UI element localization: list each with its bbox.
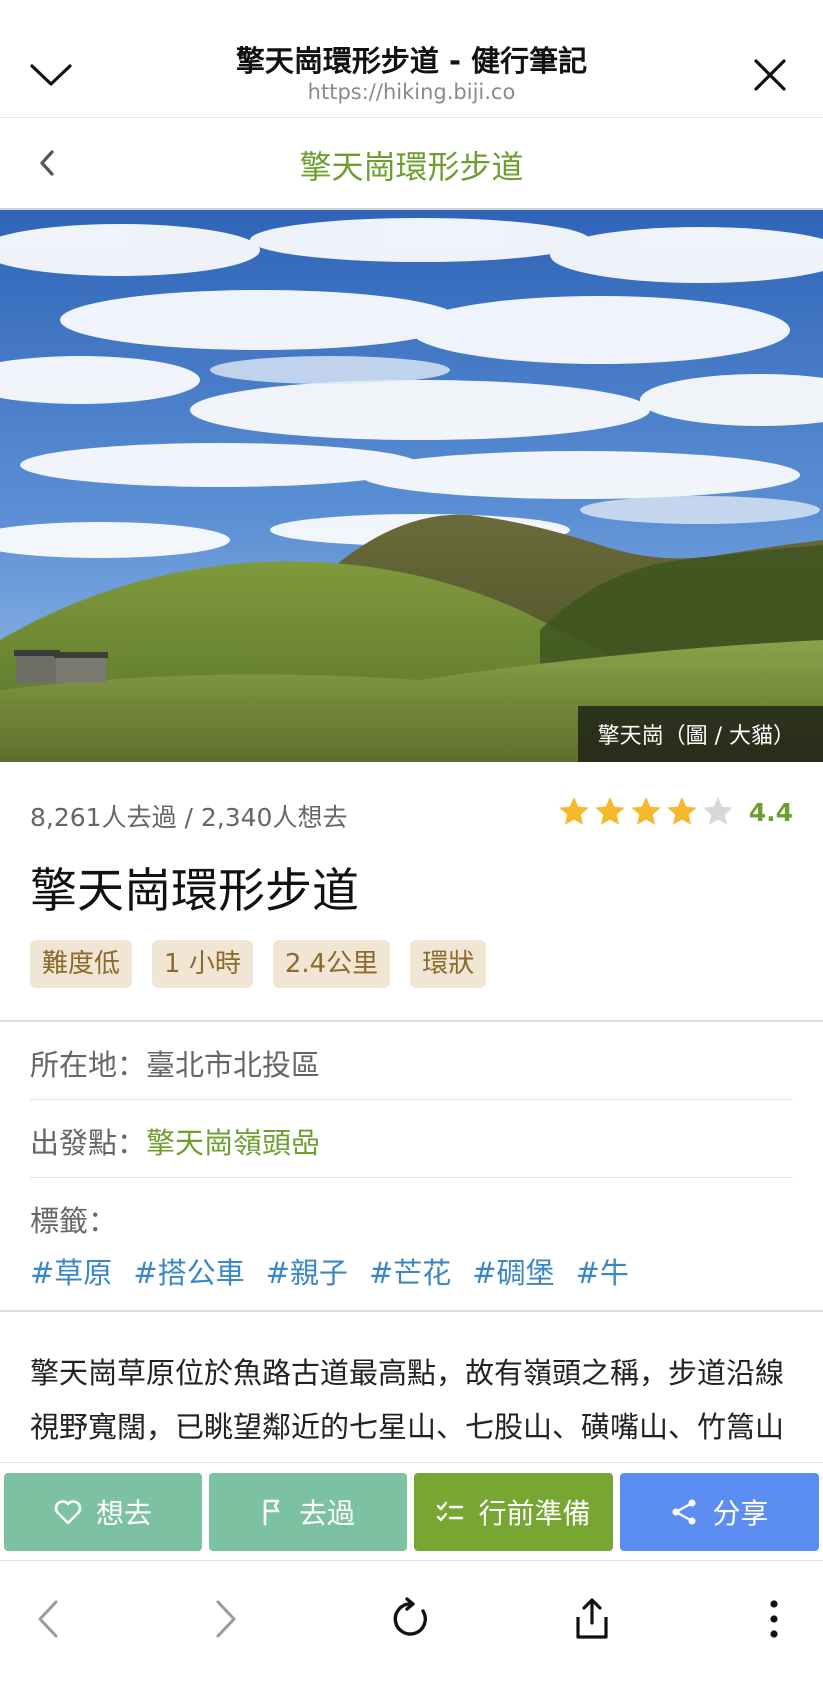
close-button[interactable] <box>743 48 797 102</box>
trail-name: 擎天崗環形步道 <box>30 864 359 919</box>
more-vertical-icon <box>770 1600 778 1638</box>
reload-button[interactable] <box>381 1589 441 1649</box>
start-point-row: 出發點：擎天崗嶺頭喦 <box>30 1120 793 1162</box>
been-there-label: 去過 <box>298 1497 355 1530</box>
preparation-button[interactable]: 行前準備 <box>414 1473 613 1551</box>
browser-url: https://hiking.biji.co <box>307 80 516 104</box>
hashtag-link[interactable]: #芒花 <box>369 1250 451 1292</box>
tag-duration: 1 小時 <box>152 940 253 988</box>
browser-bottom-nav <box>0 1560 823 1696</box>
star-filled-icon <box>667 797 697 825</box>
flag-icon <box>263 1499 280 1526</box>
star-filled-icon <box>559 797 589 825</box>
hashtag-link[interactable]: #搭公車 <box>133 1250 244 1292</box>
share-icon <box>672 1499 696 1525</box>
close-icon <box>754 59 786 91</box>
browser-top-bar: 擎天崗環形步道 - 健行筆記 https://hiking.biji.co <box>0 0 823 118</box>
page-title: 擎天崗環形步道 <box>299 148 524 186</box>
labels-title: 標籤： <box>30 1204 118 1238</box>
chevron-down-icon <box>30 64 72 86</box>
hashtag-list: #草原 #搭公車 #親子 #芒花 #碉堡 #牛 <box>30 1250 629 1292</box>
hero-image: 擎天崗（圖 / 大貓） <box>0 210 823 762</box>
hashtag-link[interactable]: #親子 <box>266 1250 348 1292</box>
more-options-button[interactable] <box>744 1589 804 1649</box>
browser-page-title: 擎天崗環形步道 - 健行筆記 <box>235 44 588 78</box>
location-value: 臺北市北投區 <box>146 1048 321 1082</box>
tag-difficulty: 難度低 <box>30 940 133 988</box>
hashtag-link[interactable]: #碉堡 <box>472 1250 554 1292</box>
collapse-button[interactable] <box>24 48 78 102</box>
star-empty-icon <box>703 797 733 825</box>
hashtag-link[interactable]: #草原 <box>30 1250 112 1292</box>
photo-caption: 擎天崗（圖 / 大貓） <box>577 706 823 762</box>
share-page-button[interactable] <box>562 1589 622 1649</box>
rating-score: 4.4 <box>748 797 793 827</box>
checklist-icon <box>437 1501 464 1522</box>
location-label: 所在地： <box>30 1048 147 1082</box>
heart-icon <box>54 1500 82 1525</box>
trail-tags: 難度低 1 小時 2.4公里 環狀 <box>30 940 487 988</box>
browser-back-button[interactable] <box>18 1589 78 1649</box>
action-bar: 想去 去過 行前準備 分享 <box>0 1462 823 1560</box>
back-button[interactable] <box>22 138 72 188</box>
tag-distance: 2.4公里 <box>272 940 391 988</box>
rating-stars <box>557 795 737 829</box>
been-there-button[interactable]: 去過 <box>209 1473 407 1551</box>
divider <box>30 1177 793 1178</box>
landscape-photo <box>0 210 823 762</box>
want-to-go-label: 想去 <box>95 1497 152 1530</box>
star-filled-icon <box>595 797 625 825</box>
upload-share-icon <box>576 1598 608 1639</box>
rating: 4.4 <box>557 795 793 829</box>
hashtag-link[interactable]: #牛 <box>576 1250 629 1292</box>
divider <box>0 1310 823 1312</box>
tag-shape: 環狀 <box>410 940 487 988</box>
arrow-left-icon <box>38 1600 58 1638</box>
reload-icon <box>393 1597 427 1636</box>
browser-forward-button[interactable] <box>196 1589 256 1649</box>
page-header: 擎天崗環形步道 <box>0 118 823 210</box>
want-to-go-button[interactable]: 想去 <box>4 1473 202 1551</box>
start-point-link[interactable]: 擎天崗嶺頭喦 <box>146 1126 320 1160</box>
share-label: 分享 <box>712 1497 769 1530</box>
preparation-label: 行前準備 <box>478 1497 591 1530</box>
star-filled-icon <box>631 797 661 825</box>
chevron-left-icon <box>40 150 54 176</box>
divider <box>30 1099 793 1100</box>
visit-stats: 8,261人去過 / 2,340人想去 <box>30 803 348 832</box>
divider <box>0 1020 823 1022</box>
share-button[interactable]: 分享 <box>620 1473 819 1551</box>
location-row: 所在地：臺北市北投區 <box>30 1042 793 1084</box>
start-point-label: 出發點： <box>30 1126 147 1160</box>
trail-description: 擎天崗草原位於魚路古道最高點，故有嶺頭之稱，步道沿線視野寬闊，已眺望鄰近的七星山… <box>30 1356 785 1444</box>
arrow-right-icon <box>216 1600 236 1638</box>
